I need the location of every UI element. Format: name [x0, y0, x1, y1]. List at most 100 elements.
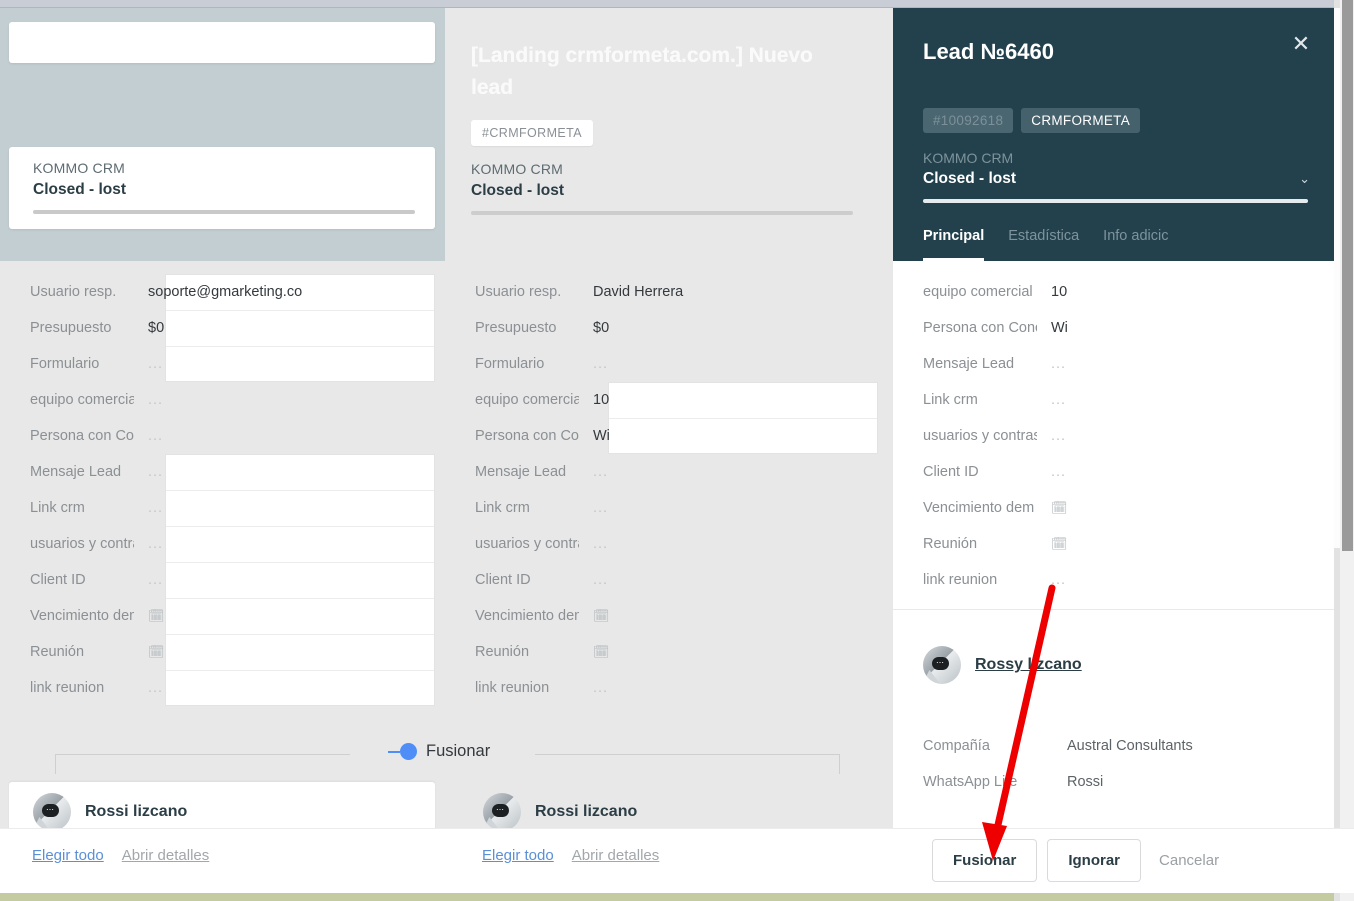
- field-value[interactable]: 10: [579, 392, 893, 408]
- field-row[interactable]: Link crm...: [445, 490, 893, 526]
- field-row[interactable]: Persona con Cono...: [0, 418, 445, 454]
- field-row[interactable]: usuarios y contras...: [0, 526, 445, 562]
- field-date-value[interactable]: 🗓: [134, 644, 445, 660]
- field-value[interactable]: Wi: [579, 428, 893, 444]
- field-value[interactable]: ...: [1037, 428, 1340, 444]
- field-row[interactable]: equipo comercial 10: [893, 274, 1340, 310]
- field-value[interactable]: 10: [1037, 284, 1340, 300]
- field-date-value[interactable]: 🗓: [134, 608, 445, 624]
- field-row[interactable]: Reunión 🗓: [445, 634, 893, 670]
- field-row[interactable]: usuarios y contras...: [445, 526, 893, 562]
- left-select-all-link[interactable]: Elegir todo: [32, 847, 104, 864]
- field-row[interactable]: Vencimiento dem 🗓: [445, 598, 893, 634]
- field-value[interactable]: ...: [134, 500, 445, 516]
- field-value[interactable]: ...: [134, 356, 445, 372]
- field-row[interactable]: Link crm...: [893, 382, 1340, 418]
- mid-select-all-link[interactable]: Elegir todo: [482, 847, 554, 864]
- field-value[interactable]: ...: [134, 572, 445, 588]
- field-row[interactable]: Presupuesto $0: [0, 310, 445, 346]
- merge-leads-screen: KOMMO CRM Closed - lost Usuario resp. sop…: [0, 0, 1354, 901]
- close-icon[interactable]: ✕: [1290, 33, 1312, 56]
- left-open-details-link[interactable]: Abrir detalles: [122, 847, 210, 864]
- field-row[interactable]: Formulario...: [445, 346, 893, 382]
- field-value[interactable]: ...: [1037, 392, 1340, 408]
- field-value[interactable]: ...: [134, 428, 445, 444]
- right-lead-id-tag[interactable]: #10092618: [923, 108, 1014, 133]
- field-row[interactable]: Link crm...: [0, 490, 445, 526]
- field-value[interactable]: $0: [134, 320, 445, 336]
- calendar-icon[interactable]: 🗓: [593, 644, 611, 659]
- calendar-icon[interactable]: 🗓: [1051, 500, 1069, 515]
- field-row[interactable]: Vencimiento dem 🗓: [0, 598, 445, 634]
- merge-divider: Fusionar: [0, 722, 893, 782]
- contact-field-row[interactable]: Compañía Austral Consultants: [923, 728, 1310, 764]
- field-row[interactable]: Persona con ConoWi: [893, 310, 1340, 346]
- field-row[interactable]: Mensaje Lead...: [445, 454, 893, 490]
- field-value[interactable]: Wi: [1037, 320, 1340, 336]
- field-value[interactable]: ...: [579, 464, 893, 480]
- field-row[interactable]: equipo comercial...: [0, 382, 445, 418]
- left-stage-card[interactable]: KOMMO CRM Closed - lost: [9, 147, 435, 229]
- mid-lead-tag[interactable]: #CRMFORMETA: [471, 120, 593, 146]
- field-row[interactable]: Client ID...: [0, 562, 445, 598]
- tab-2[interactable]: Info adicic: [1103, 228, 1168, 261]
- field-value[interactable]: ...: [1037, 572, 1340, 588]
- field-row[interactable]: Reunión 🗓: [893, 526, 1340, 562]
- right-contact-name[interactable]: Rossy lizcano: [975, 656, 1082, 674]
- field-value[interactable]: soporte@gmarketing.co: [134, 284, 445, 300]
- tab-0[interactable]: Principal: [923, 228, 985, 261]
- chevron-down-icon[interactable]: ⌄: [1299, 171, 1310, 187]
- contact-field-value: Austral Consultants: [1067, 738, 1193, 754]
- field-value[interactable]: ...: [579, 680, 893, 696]
- field-date-value[interactable]: 🗓: [579, 608, 893, 624]
- field-value[interactable]: ...: [1037, 356, 1340, 372]
- field-date-value[interactable]: 🗓: [1037, 500, 1340, 516]
- tab-1[interactable]: Estadística: [1008, 228, 1079, 261]
- field-row[interactable]: equipo comercial 10: [445, 382, 893, 418]
- field-row[interactable]: Usuario resp. David Herrera: [445, 274, 893, 310]
- left-title-card[interactable]: [9, 22, 435, 63]
- field-row[interactable]: Usuario resp. soporte@gmarketing.co: [0, 274, 445, 310]
- field-value[interactable]: ...: [579, 500, 893, 516]
- merge-toggle[interactable]: Fusionar: [388, 742, 490, 761]
- field-row[interactable]: Mensaje Lead...: [893, 346, 1340, 382]
- field-row[interactable]: usuarios y contras...: [893, 418, 1340, 454]
- calendar-icon[interactable]: 🗓: [148, 608, 166, 623]
- cancel-button[interactable]: Cancelar: [1151, 840, 1227, 881]
- field-row[interactable]: Client ID...: [893, 454, 1340, 490]
- merge-button[interactable]: Fusionar: [932, 839, 1038, 882]
- field-date-value[interactable]: 🗓: [579, 644, 893, 660]
- calendar-icon[interactable]: 🗓: [1051, 536, 1069, 551]
- field-value[interactable]: ...: [579, 572, 893, 588]
- mid-stage-block[interactable]: KOMMO CRM Closed - lost: [471, 160, 867, 215]
- field-date-value[interactable]: 🗓: [1037, 536, 1340, 552]
- field-row[interactable]: Vencimiento dem 🗓: [893, 490, 1340, 526]
- field-row[interactable]: Reunión 🗓: [0, 634, 445, 670]
- field-value[interactable]: David Herrera: [579, 284, 893, 300]
- field-value[interactable]: ...: [1037, 464, 1340, 480]
- calendar-icon[interactable]: 🗓: [593, 608, 611, 623]
- ignore-button[interactable]: Ignorar: [1047, 839, 1142, 882]
- field-row[interactable]: link reunion...: [445, 670, 893, 706]
- field-value[interactable]: $0: [579, 320, 893, 336]
- field-value[interactable]: ...: [579, 356, 893, 372]
- field-value[interactable]: ...: [134, 464, 445, 480]
- field-row[interactable]: Persona con ConoWi: [445, 418, 893, 454]
- field-value[interactable]: ...: [134, 680, 445, 696]
- right-lead-name-tag[interactable]: CRMFORMETA: [1021, 108, 1141, 133]
- field-row[interactable]: Mensaje Lead...: [0, 454, 445, 490]
- field-row[interactable]: Formulario...: [0, 346, 445, 382]
- field-label: Mensaje Lead: [30, 464, 122, 480]
- field-row[interactable]: link reunion...: [893, 562, 1340, 598]
- field-row[interactable]: link reunion...: [0, 670, 445, 706]
- field-value[interactable]: ...: [134, 392, 445, 408]
- field-row[interactable]: Presupuesto $0: [445, 310, 893, 346]
- field-value[interactable]: ...: [579, 536, 893, 552]
- mid-open-details-link[interactable]: Abrir detalles: [572, 847, 660, 864]
- right-stage-block[interactable]: KOMMO CRM Closed - lost ⌄: [923, 149, 1310, 203]
- calendar-icon[interactable]: 🗓: [148, 644, 166, 659]
- page-scroll-thumb[interactable]: [1342, 0, 1353, 551]
- field-row[interactable]: Client ID...: [445, 562, 893, 598]
- contact-field-row[interactable]: WhatsApp Lite Rossi: [923, 764, 1310, 800]
- field-value[interactable]: ...: [134, 536, 445, 552]
